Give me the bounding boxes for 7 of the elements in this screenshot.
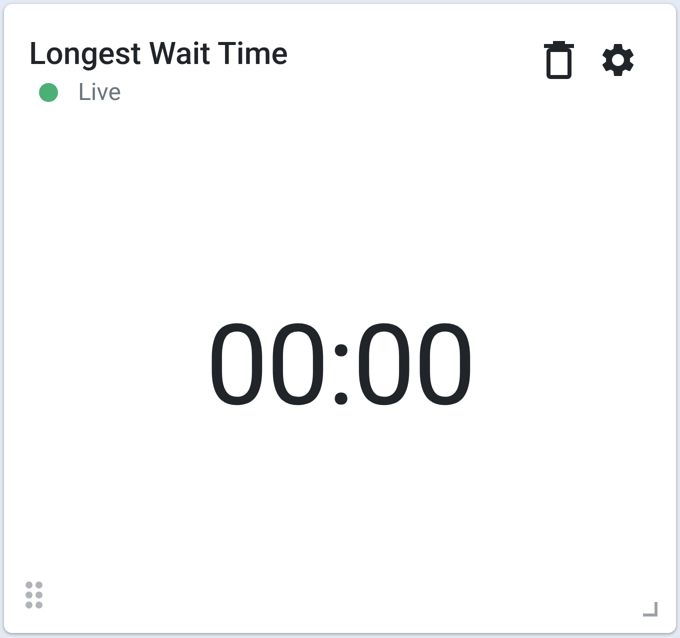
drag-handle-icon[interactable] — [25, 580, 45, 610]
resize-handle-icon[interactable] — [643, 602, 659, 618]
status-label: Live — [78, 77, 121, 108]
timer-value: 00:00 — [206, 310, 474, 422]
trash-icon — [544, 41, 574, 79]
widget-title: Longest Wait Time — [29, 36, 288, 72]
delete-button[interactable] — [544, 41, 574, 79]
